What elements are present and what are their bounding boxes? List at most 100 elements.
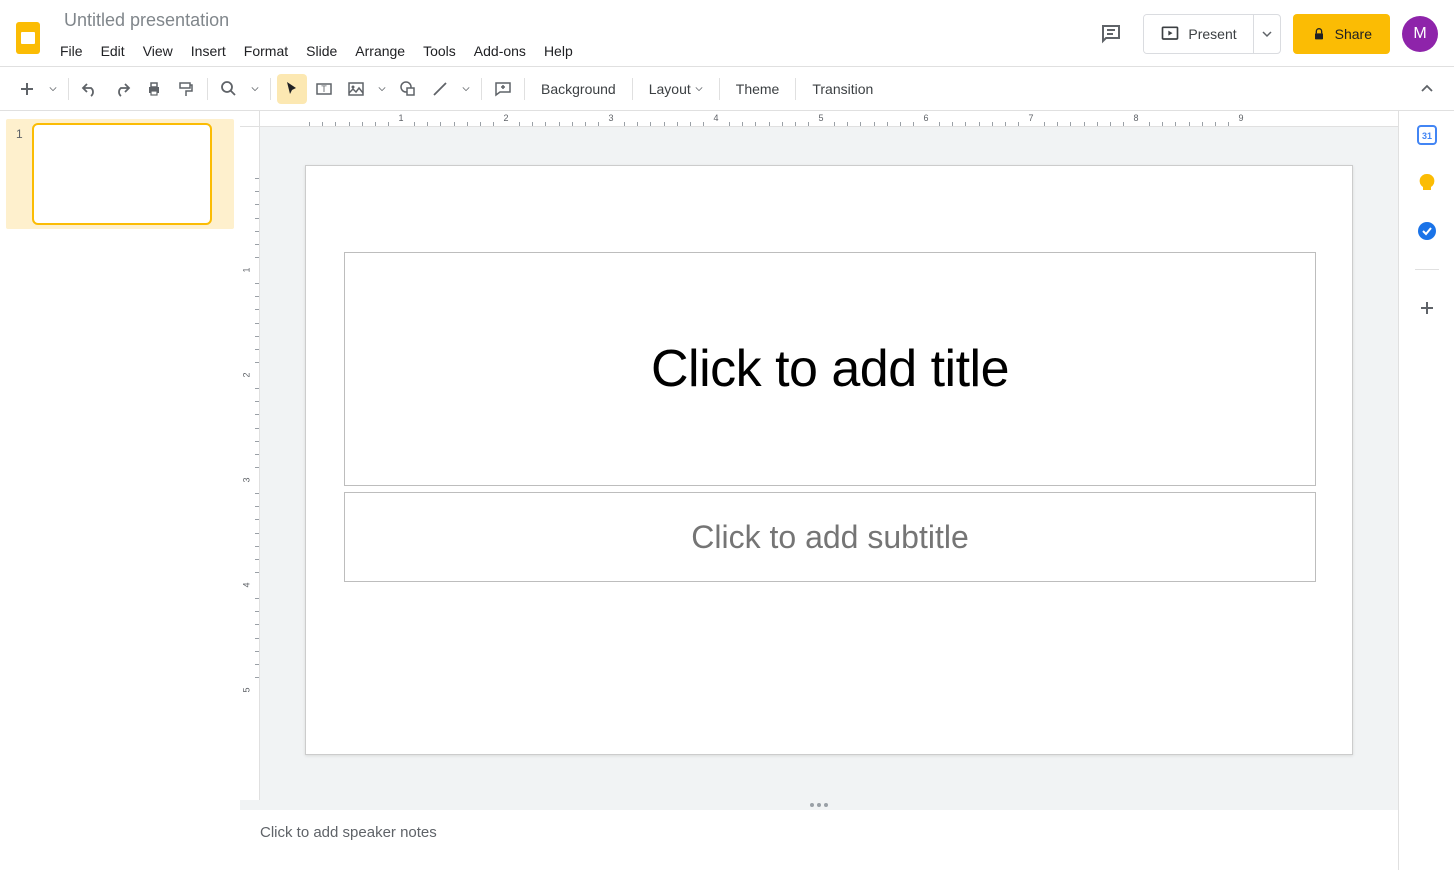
print-button[interactable] — [139, 74, 169, 104]
redo-icon — [113, 80, 131, 98]
keep-app-icon[interactable] — [1417, 173, 1437, 193]
separator — [270, 78, 271, 100]
menu-help[interactable]: Help — [536, 39, 581, 63]
redo-button[interactable] — [107, 74, 137, 104]
zoom-icon — [220, 80, 238, 98]
toolbar: T Background Layout Theme Transition — [0, 67, 1454, 111]
tasks-app-icon[interactable] — [1417, 221, 1437, 241]
image-icon — [347, 80, 365, 98]
caret-down-icon — [251, 85, 259, 93]
slide-thumbnail[interactable] — [32, 123, 212, 225]
image-dropdown[interactable] — [373, 74, 391, 104]
present-icon — [1160, 24, 1180, 44]
present-group: Present — [1143, 14, 1280, 54]
title-area: Untitled presentation File Edit View Ins… — [58, 8, 1091, 63]
slide-canvas[interactable]: Click to add title Click to add subtitle — [305, 165, 1353, 755]
menu-tools[interactable]: Tools — [415, 39, 464, 63]
subtitle-text: Click to add subtitle — [691, 519, 968, 556]
zoom-button[interactable] — [214, 74, 244, 104]
present-label: Present — [1188, 26, 1236, 42]
caret-down-icon — [378, 85, 386, 93]
speaker-notes[interactable]: Click to add speaker notes — [240, 810, 1398, 870]
slide-number: 1 — [16, 127, 28, 141]
chevron-up-icon — [1420, 82, 1434, 96]
select-tool-button[interactable] — [277, 74, 307, 104]
doc-title-input[interactable]: Untitled presentation — [58, 8, 1091, 33]
textbox-button[interactable]: T — [309, 74, 339, 104]
horizontal-ruler[interactable]: 123456789 — [260, 111, 1398, 127]
plus-icon — [18, 80, 36, 98]
header: Untitled presentation File Edit View Ins… — [0, 0, 1454, 67]
menu-file[interactable]: File — [52, 39, 91, 63]
menu-addons[interactable]: Add-ons — [466, 39, 534, 63]
account-avatar[interactable]: M — [1402, 16, 1438, 52]
cursor-icon — [283, 80, 301, 98]
subtitle-placeholder[interactable]: Click to add subtitle — [344, 492, 1316, 582]
add-comment-icon — [494, 80, 512, 98]
print-icon — [145, 80, 163, 98]
slide-thumb-row[interactable]: 1 — [6, 119, 234, 229]
menu-edit[interactable]: Edit — [93, 39, 133, 63]
separator — [632, 78, 633, 100]
line-button[interactable] — [425, 74, 455, 104]
theme-button[interactable]: Theme — [726, 74, 790, 104]
transition-button[interactable]: Transition — [802, 74, 883, 104]
line-icon — [431, 80, 449, 98]
line-dropdown[interactable] — [457, 74, 475, 104]
menu-arrange[interactable]: Arrange — [347, 39, 413, 63]
caret-down-icon — [462, 85, 470, 93]
menu-view[interactable]: View — [135, 39, 181, 63]
title-text: Click to add title — [651, 339, 1009, 399]
title-placeholder[interactable]: Click to add title — [344, 252, 1316, 486]
filmstrip: 1 — [0, 111, 240, 870]
undo-button[interactable] — [75, 74, 105, 104]
image-button[interactable] — [341, 74, 371, 104]
canvas-wrap[interactable]: Click to add title Click to add subtitle — [260, 127, 1398, 800]
separator — [207, 78, 208, 100]
menu-insert[interactable]: Insert — [183, 39, 234, 63]
separator — [719, 78, 720, 100]
zoom-dropdown[interactable] — [246, 74, 264, 104]
paint-roller-icon — [177, 80, 195, 98]
calendar-app-icon[interactable]: 31 — [1417, 125, 1437, 145]
paint-format-button[interactable] — [171, 74, 201, 104]
body: 1 123456789 12345 Click to add title Cli… — [0, 111, 1454, 870]
caret-down-icon — [695, 85, 703, 93]
collapse-toolbar-button[interactable] — [1412, 74, 1442, 104]
editor-row: 12345 Click to add title Click to add su… — [240, 127, 1398, 800]
separator — [481, 78, 482, 100]
editor-area: 123456789 12345 Click to add title Click… — [240, 111, 1398, 870]
header-right: Present Share M — [1091, 8, 1438, 54]
new-slide-dropdown[interactable] — [44, 74, 62, 104]
shape-icon — [399, 80, 417, 98]
lock-icon — [1311, 26, 1327, 42]
background-button[interactable]: Background — [531, 74, 626, 104]
svg-text:31: 31 — [1421, 131, 1431, 141]
ruler-corner — [240, 111, 260, 127]
comments-button[interactable] — [1091, 14, 1131, 54]
present-dropdown[interactable] — [1253, 15, 1280, 53]
vertical-ruler[interactable]: 12345 — [240, 127, 260, 800]
new-slide-button[interactable] — [12, 74, 42, 104]
share-button[interactable]: Share — [1293, 14, 1390, 54]
plus-icon — [1417, 298, 1437, 318]
side-panel: 31 — [1398, 111, 1454, 870]
add-app-button[interactable] — [1417, 298, 1437, 318]
separator — [524, 78, 525, 100]
share-label: Share — [1335, 26, 1372, 42]
slides-logo-icon[interactable] — [8, 12, 48, 64]
separator — [795, 78, 796, 100]
shape-button[interactable] — [393, 74, 423, 104]
textbox-icon: T — [315, 80, 333, 98]
caret-down-icon — [1262, 29, 1272, 39]
undo-icon — [81, 80, 99, 98]
menu-slide[interactable]: Slide — [298, 39, 345, 63]
separator — [68, 78, 69, 100]
comment-icon — [1099, 22, 1123, 46]
layout-button[interactable]: Layout — [639, 74, 713, 104]
notes-drag-handle[interactable] — [240, 800, 1398, 810]
menu-format[interactable]: Format — [236, 39, 296, 63]
present-button[interactable]: Present — [1144, 15, 1252, 53]
svg-text:T: T — [321, 84, 327, 94]
comment-tool-button[interactable] — [488, 74, 518, 104]
